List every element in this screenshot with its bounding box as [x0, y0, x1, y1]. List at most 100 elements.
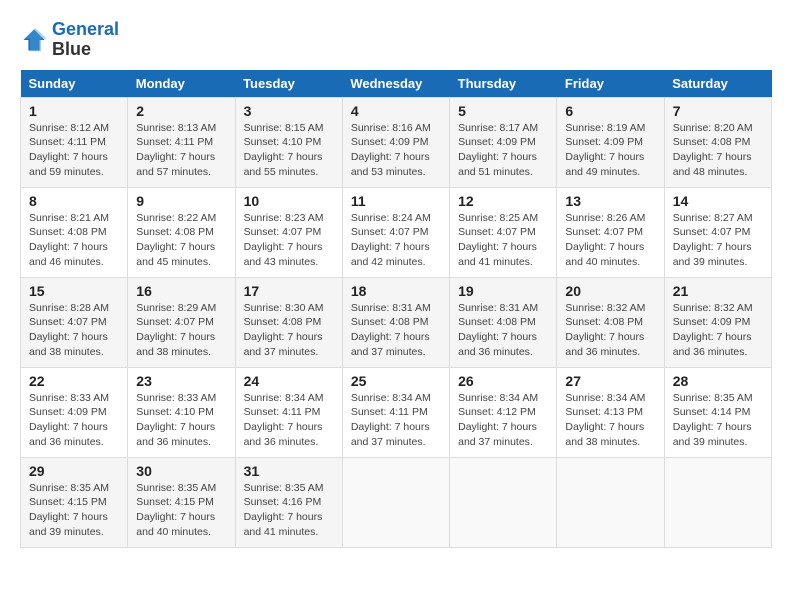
calendar-cell: 21 Sunrise: 8:32 AM Sunset: 4:09 PM Dayl…: [664, 277, 771, 367]
calendar-week-row: 22 Sunrise: 8:33 AM Sunset: 4:09 PM Dayl…: [21, 367, 772, 457]
calendar-cell: 17 Sunrise: 8:30 AM Sunset: 4:08 PM Dayl…: [235, 277, 342, 367]
day-info: Sunrise: 8:28 AM Sunset: 4:07 PM Dayligh…: [29, 301, 119, 360]
calendar-cell: 28 Sunrise: 8:35 AM Sunset: 4:14 PM Dayl…: [664, 367, 771, 457]
day-info: Sunrise: 8:20 AM Sunset: 4:08 PM Dayligh…: [673, 121, 763, 180]
calendar-cell: 25 Sunrise: 8:34 AM Sunset: 4:11 PM Dayl…: [342, 367, 449, 457]
day-number: 25: [351, 373, 441, 389]
day-info: Sunrise: 8:19 AM Sunset: 4:09 PM Dayligh…: [565, 121, 655, 180]
day-info: Sunrise: 8:35 AM Sunset: 4:15 PM Dayligh…: [136, 481, 226, 540]
day-number: 10: [244, 193, 334, 209]
day-number: 15: [29, 283, 119, 299]
calendar-cell: 12 Sunrise: 8:25 AM Sunset: 4:07 PM Dayl…: [450, 187, 557, 277]
calendar-week-row: 8 Sunrise: 8:21 AM Sunset: 4:08 PM Dayli…: [21, 187, 772, 277]
calendar-cell: 7 Sunrise: 8:20 AM Sunset: 4:08 PM Dayli…: [664, 97, 771, 187]
calendar-header: SundayMondayTuesdayWednesdayThursdayFrid…: [21, 70, 772, 98]
weekday-header-friday: Friday: [557, 70, 664, 98]
day-number: 28: [673, 373, 763, 389]
day-number: 16: [136, 283, 226, 299]
calendar-week-row: 29 Sunrise: 8:35 AM Sunset: 4:15 PM Dayl…: [21, 457, 772, 547]
day-info: Sunrise: 8:29 AM Sunset: 4:07 PM Dayligh…: [136, 301, 226, 360]
calendar-cell: [557, 457, 664, 547]
day-info: Sunrise: 8:26 AM Sunset: 4:07 PM Dayligh…: [565, 211, 655, 270]
calendar-cell: [664, 457, 771, 547]
day-info: Sunrise: 8:25 AM Sunset: 4:07 PM Dayligh…: [458, 211, 548, 270]
day-number: 29: [29, 463, 119, 479]
day-info: Sunrise: 8:16 AM Sunset: 4:09 PM Dayligh…: [351, 121, 441, 180]
day-info: Sunrise: 8:13 AM Sunset: 4:11 PM Dayligh…: [136, 121, 226, 180]
calendar-cell: 27 Sunrise: 8:34 AM Sunset: 4:13 PM Dayl…: [557, 367, 664, 457]
day-info: Sunrise: 8:15 AM Sunset: 4:10 PM Dayligh…: [244, 121, 334, 180]
day-number: 8: [29, 193, 119, 209]
day-number: 6: [565, 103, 655, 119]
day-number: 3: [244, 103, 334, 119]
calendar-cell: 6 Sunrise: 8:19 AM Sunset: 4:09 PM Dayli…: [557, 97, 664, 187]
day-number: 27: [565, 373, 655, 389]
day-number: 21: [673, 283, 763, 299]
day-info: Sunrise: 8:24 AM Sunset: 4:07 PM Dayligh…: [351, 211, 441, 270]
day-number: 12: [458, 193, 548, 209]
day-info: Sunrise: 8:31 AM Sunset: 4:08 PM Dayligh…: [351, 301, 441, 360]
day-number: 31: [244, 463, 334, 479]
day-number: 11: [351, 193, 441, 209]
calendar-cell: 19 Sunrise: 8:31 AM Sunset: 4:08 PM Dayl…: [450, 277, 557, 367]
day-number: 19: [458, 283, 548, 299]
day-info: Sunrise: 8:12 AM Sunset: 4:11 PM Dayligh…: [29, 121, 119, 180]
calendar-table: SundayMondayTuesdayWednesdayThursdayFrid…: [20, 70, 772, 548]
logo-text: General Blue: [52, 20, 119, 60]
logo: General Blue: [20, 20, 119, 60]
day-info: Sunrise: 8:30 AM Sunset: 4:08 PM Dayligh…: [244, 301, 334, 360]
calendar-cell: 18 Sunrise: 8:31 AM Sunset: 4:08 PM Dayl…: [342, 277, 449, 367]
day-info: Sunrise: 8:27 AM Sunset: 4:07 PM Dayligh…: [673, 211, 763, 270]
day-info: Sunrise: 8:34 AM Sunset: 4:12 PM Dayligh…: [458, 391, 548, 450]
weekday-header-row: SundayMondayTuesdayWednesdayThursdayFrid…: [21, 70, 772, 98]
calendar-cell: [450, 457, 557, 547]
day-info: Sunrise: 8:17 AM Sunset: 4:09 PM Dayligh…: [458, 121, 548, 180]
calendar-week-row: 1 Sunrise: 8:12 AM Sunset: 4:11 PM Dayli…: [21, 97, 772, 187]
day-info: Sunrise: 8:33 AM Sunset: 4:10 PM Dayligh…: [136, 391, 226, 450]
calendar-body: 1 Sunrise: 8:12 AM Sunset: 4:11 PM Dayli…: [21, 97, 772, 547]
day-info: Sunrise: 8:23 AM Sunset: 4:07 PM Dayligh…: [244, 211, 334, 270]
weekday-header-tuesday: Tuesday: [235, 70, 342, 98]
day-number: 2: [136, 103, 226, 119]
day-info: Sunrise: 8:35 AM Sunset: 4:15 PM Dayligh…: [29, 481, 119, 540]
calendar-cell: 23 Sunrise: 8:33 AM Sunset: 4:10 PM Dayl…: [128, 367, 235, 457]
day-number: 30: [136, 463, 226, 479]
calendar-cell: 30 Sunrise: 8:35 AM Sunset: 4:15 PM Dayl…: [128, 457, 235, 547]
logo-icon: [20, 26, 48, 54]
calendar-cell: 10 Sunrise: 8:23 AM Sunset: 4:07 PM Dayl…: [235, 187, 342, 277]
day-number: 7: [673, 103, 763, 119]
day-info: Sunrise: 8:35 AM Sunset: 4:16 PM Dayligh…: [244, 481, 334, 540]
calendar-cell: [342, 457, 449, 547]
day-info: Sunrise: 8:22 AM Sunset: 4:08 PM Dayligh…: [136, 211, 226, 270]
day-number: 18: [351, 283, 441, 299]
calendar-cell: 11 Sunrise: 8:24 AM Sunset: 4:07 PM Dayl…: [342, 187, 449, 277]
day-number: 17: [244, 283, 334, 299]
day-number: 9: [136, 193, 226, 209]
weekday-header-monday: Monday: [128, 70, 235, 98]
calendar-cell: 22 Sunrise: 8:33 AM Sunset: 4:09 PM Dayl…: [21, 367, 128, 457]
calendar-cell: 26 Sunrise: 8:34 AM Sunset: 4:12 PM Dayl…: [450, 367, 557, 457]
day-number: 5: [458, 103, 548, 119]
calendar-week-row: 15 Sunrise: 8:28 AM Sunset: 4:07 PM Dayl…: [21, 277, 772, 367]
day-info: Sunrise: 8:33 AM Sunset: 4:09 PM Dayligh…: [29, 391, 119, 450]
calendar-cell: 31 Sunrise: 8:35 AM Sunset: 4:16 PM Dayl…: [235, 457, 342, 547]
day-info: Sunrise: 8:32 AM Sunset: 4:08 PM Dayligh…: [565, 301, 655, 360]
calendar-cell: 29 Sunrise: 8:35 AM Sunset: 4:15 PM Dayl…: [21, 457, 128, 547]
day-info: Sunrise: 8:32 AM Sunset: 4:09 PM Dayligh…: [673, 301, 763, 360]
day-info: Sunrise: 8:21 AM Sunset: 4:08 PM Dayligh…: [29, 211, 119, 270]
day-number: 20: [565, 283, 655, 299]
calendar-cell: 3 Sunrise: 8:15 AM Sunset: 4:10 PM Dayli…: [235, 97, 342, 187]
page-header: General Blue: [20, 20, 772, 60]
day-info: Sunrise: 8:35 AM Sunset: 4:14 PM Dayligh…: [673, 391, 763, 450]
calendar-cell: 15 Sunrise: 8:28 AM Sunset: 4:07 PM Dayl…: [21, 277, 128, 367]
calendar-cell: 4 Sunrise: 8:16 AM Sunset: 4:09 PM Dayli…: [342, 97, 449, 187]
weekday-header-saturday: Saturday: [664, 70, 771, 98]
calendar-cell: 20 Sunrise: 8:32 AM Sunset: 4:08 PM Dayl…: [557, 277, 664, 367]
weekday-header-thursday: Thursday: [450, 70, 557, 98]
day-number: 23: [136, 373, 226, 389]
day-info: Sunrise: 8:34 AM Sunset: 4:11 PM Dayligh…: [244, 391, 334, 450]
calendar-cell: 9 Sunrise: 8:22 AM Sunset: 4:08 PM Dayli…: [128, 187, 235, 277]
calendar-cell: 16 Sunrise: 8:29 AM Sunset: 4:07 PM Dayl…: [128, 277, 235, 367]
day-number: 22: [29, 373, 119, 389]
day-number: 1: [29, 103, 119, 119]
